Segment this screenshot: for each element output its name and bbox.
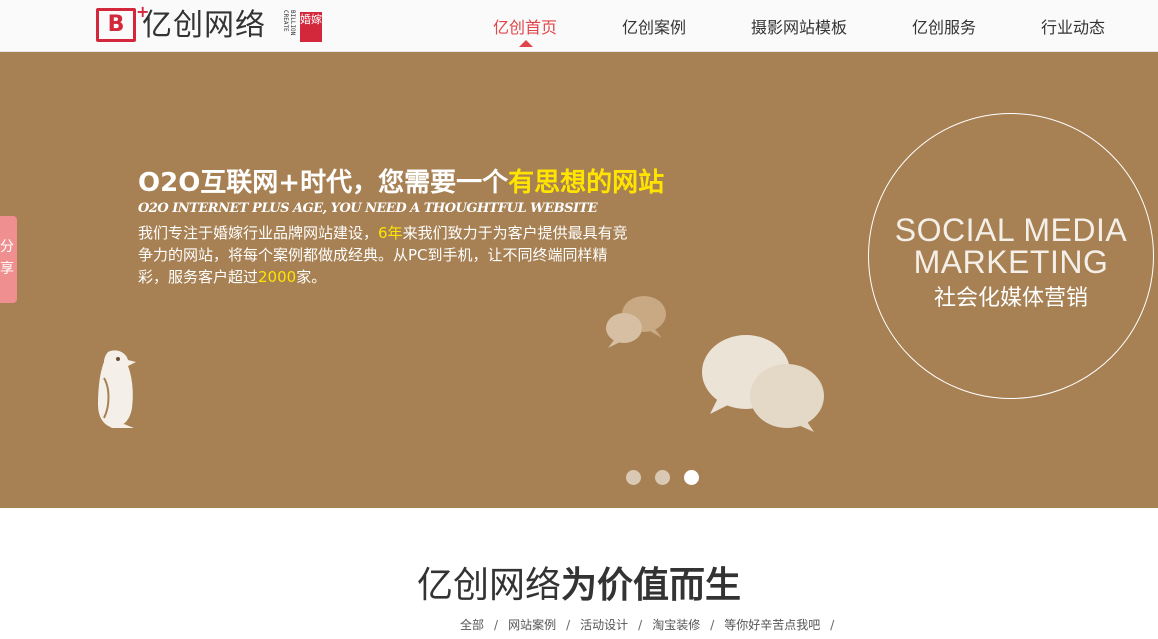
filter-website-cases[interactable]: 网站案例 <box>508 618 556 632</box>
filter-click-me[interactable]: 等你好辛苦点我吧 <box>724 618 820 632</box>
carousel-pagination <box>626 470 716 486</box>
badge-title-en: SOCIAL MEDIA MARKETING <box>869 214 1153 278</box>
logo-name: 亿创网络 <box>142 8 266 43</box>
badge-line-2: MARKETING <box>913 244 1109 280</box>
desc-text-1: 我们专注于婚嫁行业品牌网站建设， <box>138 224 379 242</box>
section-title-bold: 为价值而生 <box>561 565 742 606</box>
nav-item-news[interactable]: 行业动态 <box>1041 14 1105 38</box>
section-title-light: 亿创网络 <box>416 565 561 606</box>
nav-item-templates[interactable]: 摄影网站模板 <box>751 14 847 38</box>
headline-text: O2O互联网+时代，您需要一个 <box>138 168 509 198</box>
filter-separator: / <box>566 618 571 632</box>
badge-title-cn: 社会化媒体营销 <box>933 286 1088 311</box>
logo-name-en: BILLION CREATE <box>282 10 296 36</box>
filter-event-design[interactable]: 活动设计 <box>580 618 628 632</box>
share-tab[interactable]: 分享 <box>0 216 17 303</box>
filter-separator: / <box>830 618 835 632</box>
nav-item-services[interactable]: 亿创服务 <box>912 14 976 38</box>
active-nav-indicator <box>519 40 533 47</box>
banner-headline: O2O互联网+时代，您需要一个有思想的网站 <box>138 162 664 199</box>
filter-separator: / <box>710 618 715 632</box>
banner-subheadline: O2O INTERNET PLUS AGE, YOU NEED A THOUGH… <box>138 201 598 216</box>
section-title: 亿创网络为价值而生 <box>0 556 1158 608</box>
filter-taobao-decoration[interactable]: 淘宝装修 <box>652 618 700 632</box>
desc-years: 6年 <box>378 224 403 242</box>
filter-separator: / <box>638 618 643 632</box>
nav-item-home[interactable]: 亿创首页 <box>493 14 557 38</box>
social-media-badge: SOCIAL MEDIA MARKETING 社会化媒体营销 <box>868 113 1154 399</box>
carousel-dot-1[interactable] <box>626 470 641 485</box>
banner-description: 我们专注于婚嫁行业品牌网站建设，6年来我们致力于为客户提供最具有竞争力的网站，将… <box>138 222 628 288</box>
carousel-dot-3[interactable] <box>684 470 699 485</box>
site-logo[interactable]: B + 亿创网络 BILLION CREATE 婚嫁 <box>96 2 326 44</box>
filter-separator: / <box>494 618 499 632</box>
badge-line-1: SOCIAL MEDIA <box>894 212 1128 248</box>
site-header: B + 亿创网络 BILLION CREATE 婚嫁 亿创首页 亿创案例 摄影网… <box>0 0 1158 52</box>
main-nav: 亿创首页 亿创案例 摄影网站模板 亿创服务 行业动态 <box>460 0 1140 52</box>
desc-text-3: 家。 <box>296 268 327 286</box>
filter-all[interactable]: 全部 <box>460 618 484 632</box>
logo-seal: 婚嫁 <box>300 12 322 42</box>
carousel-dot-2[interactable] <box>655 470 670 485</box>
headline-highlight: 有思想的网站 <box>508 168 665 198</box>
hero-banner: 分享 O2O互联网+时代，您需要一个有思想的网站 O2O INTERNET PL… <box>0 52 1158 508</box>
logo-badge: B <box>96 8 136 42</box>
speech-bubbles-icon <box>606 296 824 432</box>
desc-count: 2000 <box>258 268 297 286</box>
nav-item-cases[interactable]: 亿创案例 <box>622 14 686 38</box>
case-filter-bar: 全部 / 网站案例 / 活动设计 / 淘宝装修 / 等你好辛苦点我吧 / <box>460 616 844 633</box>
penguin-icon <box>98 350 136 428</box>
